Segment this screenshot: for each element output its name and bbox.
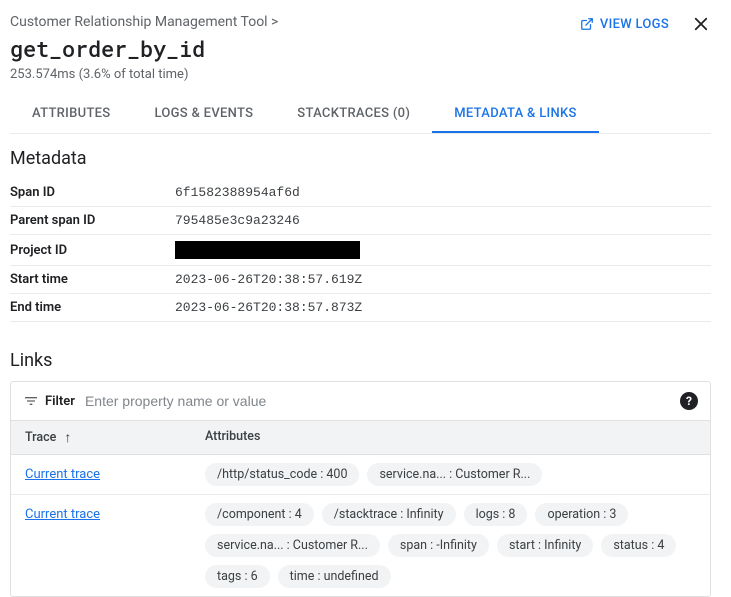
metadata-row: Start time2023-06-26T20:38:57.619Z xyxy=(10,266,711,294)
tab-bar: ATTRIBUTESLOGS & EVENTSSTACKTRACES (0)ME… xyxy=(10,96,711,134)
attribute-chip[interactable]: time : undefined xyxy=(278,565,391,588)
metadata-key: End time xyxy=(10,294,175,322)
column-header-trace-label: Trace xyxy=(25,430,56,445)
attribute-chip[interactable]: service.na... : Customer R... xyxy=(367,463,542,486)
metadata-heading: Metadata xyxy=(10,148,711,169)
metadata-value: 2023-06-26T20:38:57.619Z xyxy=(175,266,711,294)
attribute-chip[interactable]: logs : 8 xyxy=(464,503,528,526)
filter-label: Filter xyxy=(23,393,75,409)
redacted-value xyxy=(175,241,360,259)
link-row: Current trace/component : 4/stacktrace :… xyxy=(11,495,710,596)
metadata-row: Project ID xyxy=(10,235,711,266)
tab-attributes[interactable]: ATTRIBUTES xyxy=(10,96,132,133)
sort-ascending-icon: ↑ xyxy=(64,429,71,446)
tab-metadata-links[interactable]: METADATA & LINKS xyxy=(432,96,599,133)
metadata-key: Span ID xyxy=(10,179,175,207)
span-duration-subtitle: 253.574ms (3.6% of total time) xyxy=(10,67,278,82)
attribute-chips: /component : 4/stacktrace : Infinity logs… xyxy=(205,503,696,588)
trace-link[interactable]: Current trace xyxy=(25,503,205,522)
column-header-trace[interactable]: Trace ↑ xyxy=(25,429,205,446)
attribute-chip[interactable]: start : Infinity xyxy=(497,534,593,557)
attribute-chip[interactable]: service.na... : Customer R... xyxy=(205,534,380,557)
attribute-chip[interactable]: operation : 3 xyxy=(535,503,628,526)
metadata-row: Span ID6f1582388954af6d xyxy=(10,179,711,207)
view-logs-label: VIEW LOGS xyxy=(600,17,669,32)
attribute-chip[interactable]: status : 4 xyxy=(601,534,676,557)
attribute-chip[interactable]: span : -Infinity xyxy=(388,534,489,557)
tab-logs-events[interactable]: LOGS & EVENTS xyxy=(132,96,275,133)
metadata-table: Span ID6f1582388954af6dParent span ID795… xyxy=(10,179,711,322)
tab-stacktraces-[interactable]: STACKTRACES (0) xyxy=(275,96,432,133)
close-icon xyxy=(692,15,710,33)
links-panel: Filter ? Trace ↑ Attributes Current trac… xyxy=(10,381,711,597)
metadata-key: Start time xyxy=(10,266,175,294)
metadata-value xyxy=(175,235,711,266)
attribute-chip[interactable]: /http/status_code : 400 xyxy=(205,463,359,486)
trace-link[interactable]: Current trace xyxy=(25,463,205,482)
view-logs-button[interactable]: VIEW LOGS xyxy=(580,17,669,32)
link-row: Current trace/http/status_code : 400 serv… xyxy=(11,455,710,495)
filter-icon xyxy=(23,393,39,409)
help-icon[interactable]: ? xyxy=(680,392,698,410)
metadata-value: 6f1582388954af6d xyxy=(175,179,711,207)
breadcrumb[interactable]: Customer Relationship Management Tool > xyxy=(10,14,278,30)
attribute-chip[interactable]: /stacktrace : Infinity xyxy=(322,503,456,526)
links-table-header: Trace ↑ Attributes xyxy=(11,420,710,455)
metadata-value: 795485e3c9a23246 xyxy=(175,207,711,235)
links-heading: Links xyxy=(10,350,711,371)
page-title: get_order_by_id xyxy=(10,34,278,63)
open-external-icon xyxy=(580,17,594,31)
metadata-key: Project ID xyxy=(10,235,175,266)
metadata-row: End time2023-06-26T20:38:57.873Z xyxy=(10,294,711,322)
attribute-chip[interactable]: tags : 6 xyxy=(205,565,270,588)
attribute-chip[interactable]: /component : 4 xyxy=(205,503,314,526)
filter-label-text: Filter xyxy=(45,394,75,409)
attribute-chips: /http/status_code : 400 service.na... : C… xyxy=(205,463,696,486)
metadata-value: 2023-06-26T20:38:57.873Z xyxy=(175,294,711,322)
filter-input[interactable] xyxy=(85,393,670,409)
metadata-key: Parent span ID xyxy=(10,207,175,235)
column-header-attributes[interactable]: Attributes xyxy=(205,429,696,446)
close-button[interactable] xyxy=(691,14,711,34)
metadata-row: Parent span ID795485e3c9a23246 xyxy=(10,207,711,235)
